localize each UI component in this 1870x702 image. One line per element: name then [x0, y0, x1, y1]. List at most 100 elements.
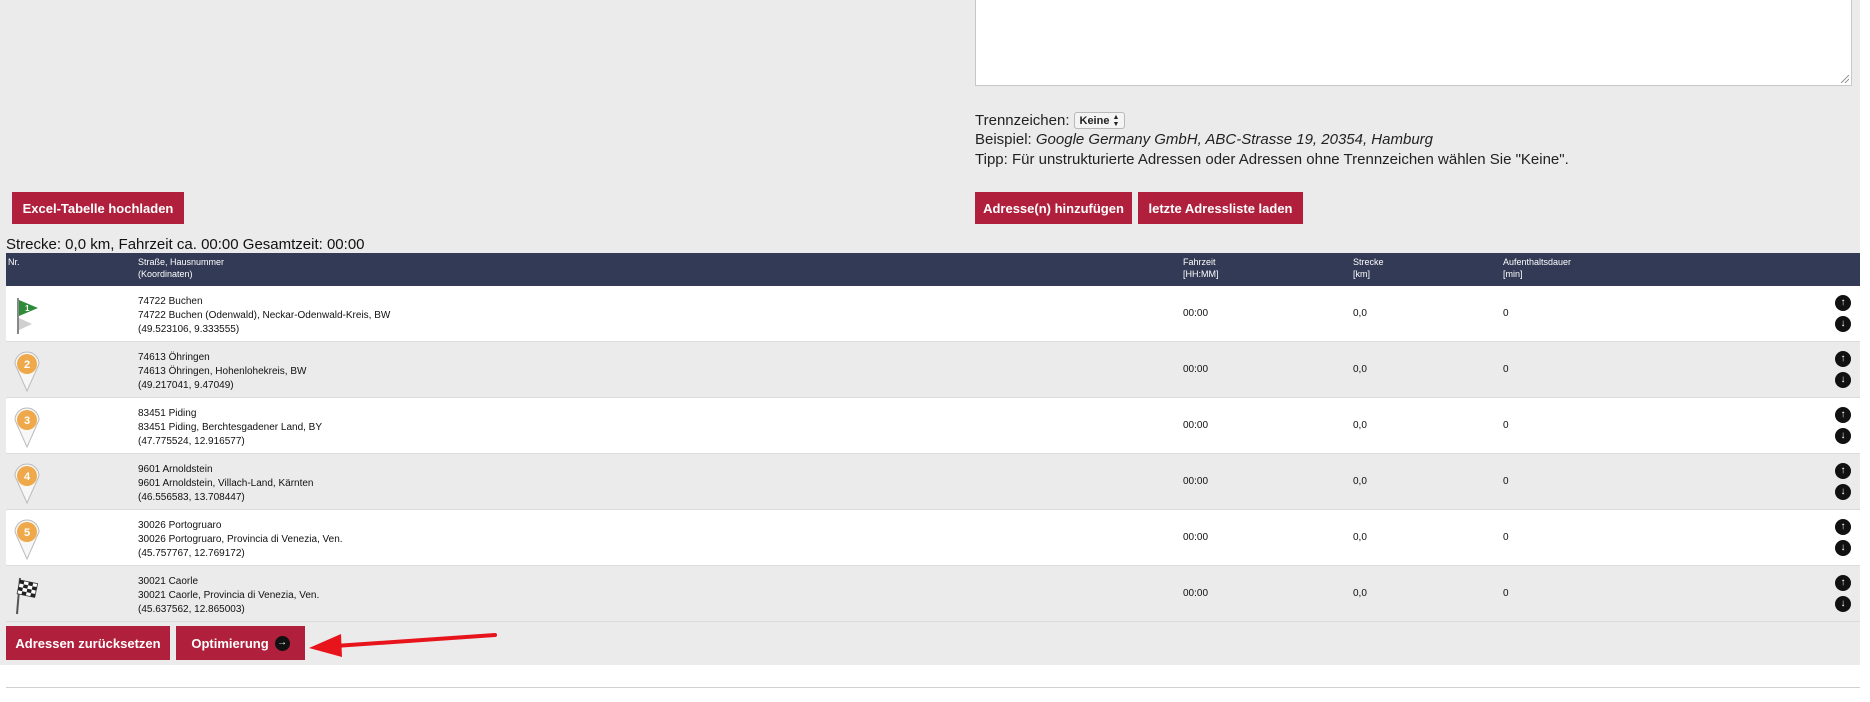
move-down-icon[interactable]: ↓: [1835, 596, 1851, 612]
distance-cell: 0,0: [1353, 308, 1367, 319]
reset-addresses-button[interactable]: Adressen zurücksetzen: [6, 626, 170, 660]
header-distance-unit: [km]: [1353, 269, 1370, 279]
address-short: 83451 Piding: [138, 408, 197, 419]
select-updown-icon: ▲ ▼: [1112, 113, 1120, 128]
move-up-icon[interactable]: ↑: [1835, 295, 1851, 311]
table-row: 1 74722 Buchen 74722 Buchen (Odenwald), …: [6, 286, 1860, 342]
move-controls: ↑ ↓: [1835, 463, 1851, 500]
header-stay: Aufenthaltsdauer [min]: [1503, 256, 1571, 280]
route-table: Nr. Straße, Hausnummer (Koordinaten) Fah…: [6, 253, 1860, 622]
tip-text: Tipp: Für unstrukturierte Adressen oder …: [975, 151, 1569, 168]
address-full: 83451 Piding, Berchtesgadener Land, BY: [138, 422, 323, 433]
address-input-textarea[interactable]: [975, 0, 1852, 86]
header-drive-time-label: Fahrzeit: [1183, 257, 1216, 267]
resize-grip-icon[interactable]: [1841, 75, 1849, 83]
address-full: 74613 Öhringen, Hohenlohekreis, BW: [138, 366, 307, 377]
table-header: Nr. Straße, Hausnummer (Koordinaten) Fah…: [6, 253, 1860, 286]
address-coords: (46.556583, 13.708447): [138, 492, 245, 503]
move-controls: ↑ ↓: [1835, 351, 1851, 388]
header-drive-time-unit: [HH:MM]: [1183, 269, 1219, 279]
stay-cell: 0: [1503, 588, 1509, 599]
move-down-icon[interactable]: ↓: [1835, 372, 1851, 388]
header-nr: Nr.: [8, 257, 20, 267]
header-street-sub: (Koordinaten): [138, 269, 193, 279]
add-addresses-button[interactable]: Adresse(n) hinzufügen: [975, 192, 1132, 224]
address-full: 30021 Caorle, Provincia di Venezia, Ven.: [138, 590, 320, 601]
waypoint-marker-icon: 5: [14, 519, 40, 560]
move-up-icon[interactable]: ↑: [1835, 575, 1851, 591]
route-summary: Strecke: 0,0 km, Fahrzeit ca. 00:00 Gesa…: [6, 236, 365, 253]
address-coords: (49.523106, 9.333555): [138, 324, 240, 335]
move-down-icon[interactable]: ↓: [1835, 316, 1851, 332]
address-full: 74722 Buchen (Odenwald), Neckar-Odenwald…: [138, 310, 391, 321]
address-cell: 74613 Öhringen 74613 Öhringen, Hohenlohe…: [138, 351, 306, 393]
drive-time-cell: 00:00: [1183, 532, 1209, 543]
address-cell: 9601 Arnoldstein 9601 Arnoldstein, Villa…: [138, 463, 314, 505]
move-down-icon[interactable]: ↓: [1835, 428, 1851, 444]
annotation-arrow-icon: [309, 633, 497, 657]
address-cell: 74722 Buchen 74722 Buchen (Odenwald), Ne…: [138, 295, 390, 337]
load-last-list-button[interactable]: letzte Adressliste laden: [1138, 192, 1303, 224]
marker-number: 4: [24, 471, 31, 483]
marker-number: 5: [24, 527, 30, 539]
table-row: 2 74613 Öhringen 74613 Öhringen, Hohenlo…: [6, 342, 1860, 398]
address-coords: (49.217041, 9.47049): [138, 380, 234, 391]
page-edge: [1860, 0, 1870, 702]
waypoint-marker-icon: 3: [14, 407, 40, 448]
address-short: 30021 Caorle: [138, 576, 199, 587]
address-short: 74722 Buchen: [138, 296, 203, 307]
address-short: 30026 Portogruaro: [138, 520, 222, 531]
move-down-icon[interactable]: ↓: [1835, 540, 1851, 556]
distance-cell: 0,0: [1353, 532, 1367, 543]
move-up-icon[interactable]: ↑: [1835, 351, 1851, 367]
separator-row: Trennzeichen: Keine ▲ ▼: [975, 112, 1126, 129]
address-full: 9601 Arnoldstein, Villach-Land, Kärnten: [138, 478, 314, 489]
address-coords: (45.637562, 12.865003): [138, 604, 245, 615]
move-controls: ↑ ↓: [1835, 295, 1851, 332]
stay-cell: 0: [1503, 532, 1509, 543]
drive-time-cell: 00:00: [1183, 420, 1209, 431]
header-drive-time: Fahrzeit [HH:MM]: [1183, 256, 1219, 280]
stay-cell: 0: [1503, 420, 1509, 431]
header-distance-label: Strecke: [1353, 257, 1384, 267]
header-distance: Strecke [km]: [1353, 256, 1384, 280]
stay-cell: 0: [1503, 364, 1509, 375]
waypoint-marker-icon: 4: [14, 463, 40, 504]
drive-time-cell: 00:00: [1183, 308, 1209, 319]
address-short: 74613 Öhringen: [138, 352, 210, 363]
separator-select[interactable]: Keine ▲ ▼: [1073, 112, 1126, 129]
distance-cell: 0,0: [1353, 364, 1367, 375]
optimize-button-label: Optimierung: [191, 635, 269, 651]
drive-time-cell: 00:00: [1183, 588, 1209, 599]
drive-time-cell: 00:00: [1183, 476, 1209, 487]
address-full: 30026 Portogruaro, Provincia di Venezia,…: [138, 534, 343, 545]
separator-selected-value: Keine: [1079, 114, 1110, 127]
address-cell: 30021 Caorle 30021 Caorle, Provincia di …: [138, 575, 319, 617]
table-row: 3 83451 Piding 83451 Piding, Berchtesgad…: [6, 398, 1860, 454]
finish-flag-icon: [16, 577, 39, 615]
marker-number: 2: [24, 359, 30, 371]
distance-cell: 0,0: [1353, 476, 1367, 487]
excel-upload-button[interactable]: Excel-Tabelle hochladen: [12, 192, 184, 224]
address-cell: 83451 Piding 83451 Piding, Berchtesgaden…: [138, 407, 322, 449]
move-up-icon[interactable]: ↑: [1835, 519, 1851, 535]
move-down-icon[interactable]: ↓: [1835, 484, 1851, 500]
stay-cell: 0: [1503, 476, 1509, 487]
footer-divider: [6, 687, 1860, 688]
waypoint-marker-icon: 2: [14, 351, 40, 392]
address-short: 9601 Arnoldstein: [138, 464, 213, 475]
distance-cell: 0,0: [1353, 420, 1367, 431]
move-up-icon[interactable]: ↑: [1835, 407, 1851, 423]
stay-cell: 0: [1503, 308, 1509, 319]
marker-number: 3: [24, 415, 30, 427]
address-coords: (45.757767, 12.769172): [138, 548, 245, 559]
example-line: Beispiel: Google Germany GmbH, ABC-Stras…: [975, 131, 1433, 148]
move-up-icon[interactable]: ↑: [1835, 463, 1851, 479]
table-row: 4 9601 Arnoldstein 9601 Arnoldstein, Vil…: [6, 454, 1860, 510]
move-controls: ↑ ↓: [1835, 407, 1851, 444]
address-cell: 30026 Portogruaro 30026 Portogruaro, Pro…: [138, 519, 343, 561]
table-row: 30021 Caorle 30021 Caorle, Provincia di …: [6, 566, 1860, 622]
header-street: Straße, Hausnummer (Koordinaten): [138, 256, 224, 280]
move-controls: ↑ ↓: [1835, 575, 1851, 612]
optimize-button[interactable]: Optimierung →: [176, 626, 305, 660]
